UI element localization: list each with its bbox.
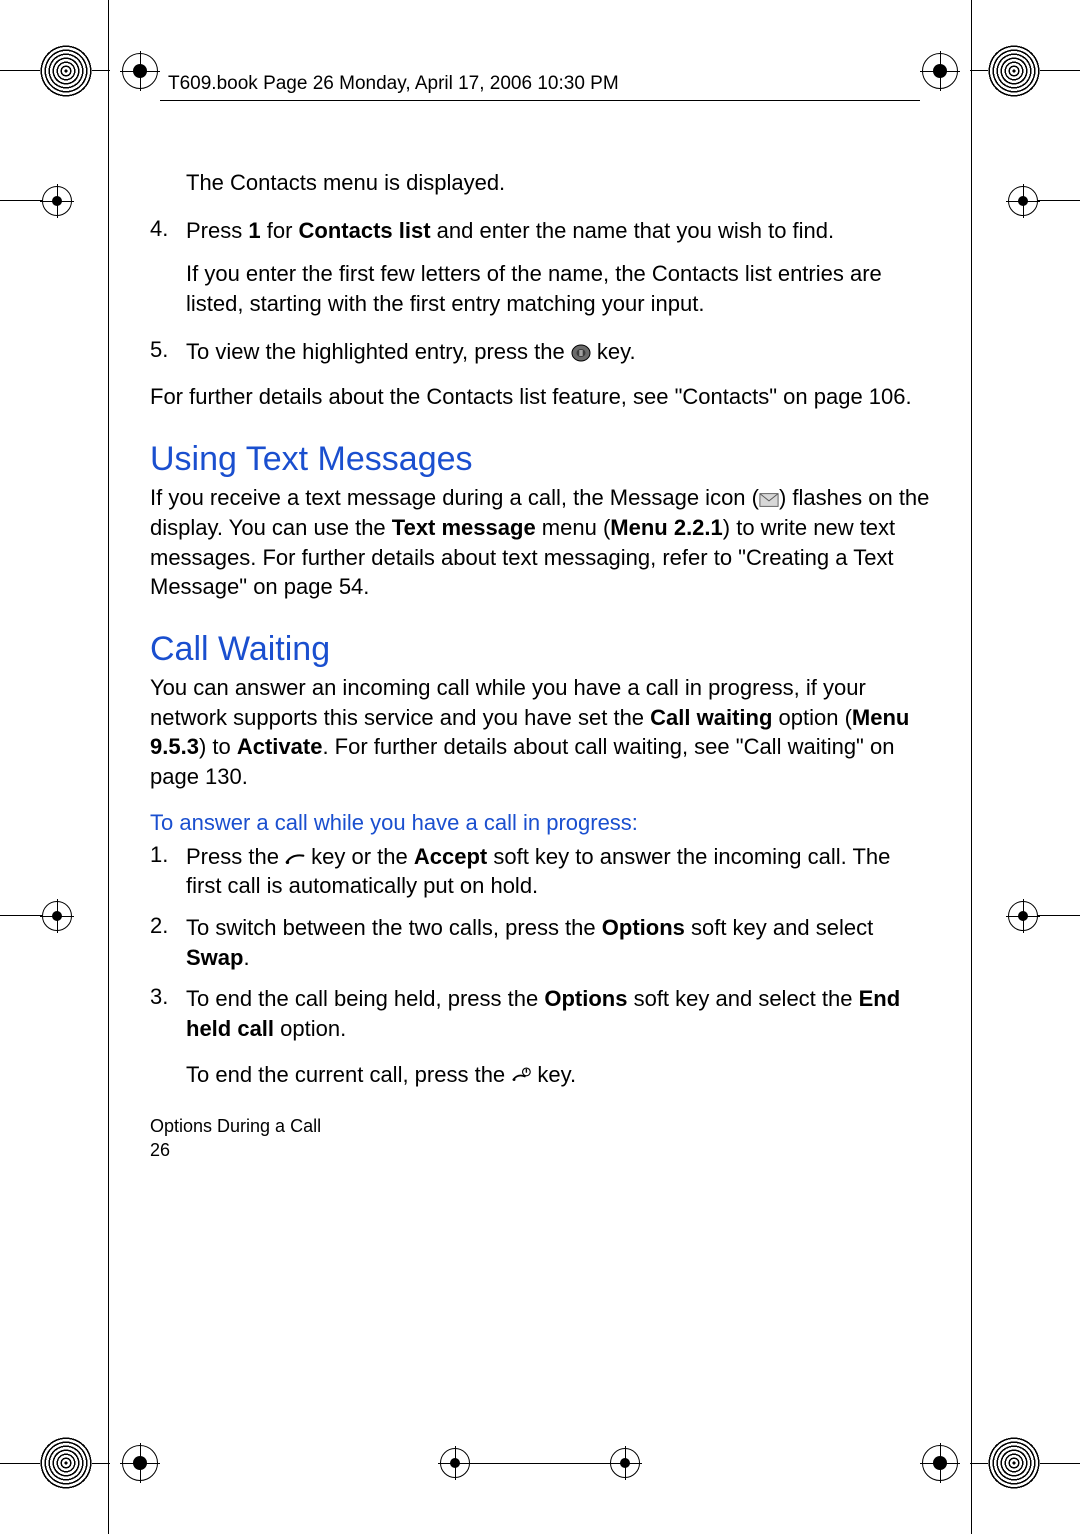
swirl-icon (988, 45, 1040, 97)
swirl-icon (40, 1437, 92, 1489)
registration-mark-icon (42, 901, 72, 931)
ok-key-icon (571, 344, 591, 362)
bold-text: Options (602, 915, 685, 940)
page-content: The Contacts menu is displayed. 4. Press… (150, 160, 930, 1414)
text: key. (591, 339, 636, 364)
list-number: 3. (150, 984, 186, 1043)
text: To view the highlighted entry, press the (186, 339, 571, 364)
registration-mark-icon (922, 53, 958, 89)
paragraph: For further details about the Contacts l… (150, 382, 930, 412)
header-rule (160, 100, 920, 101)
text: To end the call being held, press the (186, 986, 544, 1011)
text: If you receive a text message during a c… (150, 485, 759, 510)
swirl-icon (40, 45, 92, 97)
running-header: T609.book Page 26 Monday, April 17, 2006… (168, 73, 619, 95)
crop-mark (971, 0, 972, 40)
text: key or the (305, 844, 414, 869)
bold-text: 1 (248, 218, 260, 243)
bold-text: Options (544, 986, 627, 1011)
paragraph: If you enter the first few letters of th… (186, 259, 930, 318)
crop-mark (108, 0, 109, 40)
bold-text: Menu 2.2.1 (610, 515, 722, 540)
paragraph: The Contacts menu is displayed. (186, 168, 930, 198)
registration-mark-icon (122, 1445, 158, 1481)
list-number: 2. (150, 913, 186, 972)
crop-mark (440, 1463, 640, 1464)
footer-section: Options During a Call (150, 1115, 930, 1138)
bold-text: Accept (414, 844, 487, 869)
footer-page-number: 26 (150, 1139, 930, 1162)
list-item: To end the call being held, press the Op… (186, 984, 930, 1043)
page-footer: Options During a Call 26 (150, 1115, 930, 1162)
text: Press the (186, 844, 285, 869)
paragraph: If you receive a text message during a c… (150, 483, 930, 602)
registration-mark-icon (42, 186, 72, 216)
registration-mark-icon (1008, 901, 1038, 931)
text: and enter the name that you wish to find… (431, 218, 835, 243)
end-key-icon (511, 1066, 531, 1084)
paragraph: You can answer an incoming call while yo… (150, 673, 930, 792)
crop-vline-left (108, 20, 109, 1514)
crop-mark (971, 1494, 972, 1534)
message-icon (759, 491, 779, 509)
registration-mark-icon (122, 53, 158, 89)
text: menu ( (536, 515, 611, 540)
text: . (243, 945, 249, 970)
list-item: Press the key or the Accept soft key to … (186, 842, 930, 901)
subheading: To answer a call while you have a call i… (150, 810, 930, 836)
text: soft key and select (685, 915, 873, 940)
registration-mark-icon (1008, 186, 1038, 216)
list-number: 1. (150, 842, 186, 901)
text: option ( (772, 705, 852, 730)
list-number: 5. (150, 337, 186, 367)
bold-text: Activate (237, 734, 323, 759)
heading-using-text-messages: Using Text Messages (150, 440, 930, 479)
bold-text: Call waiting (650, 705, 772, 730)
crop-vline-right (971, 20, 972, 1514)
list-item: To view the highlighted entry, press the… (186, 337, 930, 367)
bold-text: Swap (186, 945, 243, 970)
registration-mark-icon (922, 1445, 958, 1481)
swirl-icon (988, 1437, 1040, 1489)
list-number: 4. (150, 216, 186, 246)
text: To end the current call, press the (186, 1062, 511, 1087)
list-item: To switch between the two calls, press t… (186, 913, 930, 972)
send-key-icon (285, 850, 305, 868)
text: for (261, 218, 299, 243)
paragraph: To end the current call, press the key. (186, 1060, 930, 1090)
text: option. (274, 1016, 346, 1041)
text: soft key and select the (627, 986, 858, 1011)
bold-text: Contacts list (299, 218, 431, 243)
text: Press (186, 218, 248, 243)
heading-call-waiting: Call Waiting (150, 630, 930, 669)
text: key. (531, 1062, 576, 1087)
text: ) to (199, 734, 237, 759)
text: To switch between the two calls, press t… (186, 915, 602, 940)
bold-text: Text message (392, 515, 536, 540)
crop-mark (108, 1494, 109, 1534)
list-item: Press 1 for Contacts list and enter the … (186, 216, 930, 246)
